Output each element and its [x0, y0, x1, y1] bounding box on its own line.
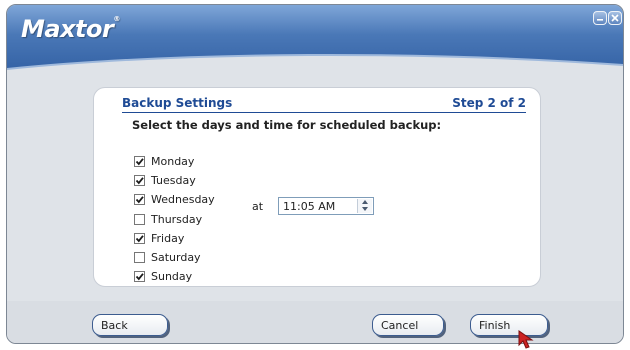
checkbox-tuesday[interactable] — [134, 174, 145, 186]
finish-button[interactable]: Finish — [470, 314, 548, 336]
header-banner: Maxtor® — [7, 5, 623, 87]
checkbox-thursday[interactable] — [134, 213, 145, 225]
arrow-down-icon — [362, 207, 368, 211]
checkmark-icon — [135, 176, 144, 184]
header-swoosh — [7, 54, 623, 87]
day-option-thursday[interactable]: Thursday — [134, 212, 202, 226]
minimize-button[interactable] — [593, 11, 607, 25]
spin-down-button[interactable] — [358, 206, 372, 213]
step-indicator: Step 2 of 2 — [452, 96, 526, 110]
checkbox-saturday[interactable] — [134, 251, 145, 263]
checkbox-monday[interactable] — [134, 155, 145, 167]
back-button[interactable]: Back — [92, 314, 168, 336]
day-label: Friday — [151, 231, 185, 245]
time-picker[interactable]: 11:05 AM — [278, 197, 374, 215]
checkmark-icon — [135, 195, 144, 203]
checkbox-sunday[interactable] — [134, 270, 145, 282]
day-label: Saturday — [151, 250, 201, 264]
day-option-friday[interactable]: Friday — [134, 231, 184, 245]
checkmark-icon — [135, 234, 144, 242]
instruction-text: Select the days and time for scheduled b… — [132, 118, 442, 132]
day-option-monday[interactable]: Monday — [134, 154, 194, 168]
checkbox-wednesday[interactable] — [134, 193, 145, 205]
time-spinner[interactable] — [357, 199, 372, 213]
day-option-saturday[interactable]: Saturday — [134, 250, 201, 264]
arrow-up-icon — [362, 200, 368, 204]
panel-title: Backup Settings — [122, 96, 233, 110]
mouse-cursor-icon — [518, 330, 534, 349]
checkmark-icon — [135, 157, 144, 165]
day-option-tuesday[interactable]: Tuesday — [134, 173, 196, 187]
day-label: Monday — [151, 154, 195, 168]
panel-title-row: Backup Settings Step 2 of 2 — [122, 96, 526, 113]
app-window: Maxtor® Backup Settings Step 2 of 2 Sele… — [6, 4, 624, 344]
day-option-wednesday[interactable]: Wednesday — [134, 192, 215, 206]
maxtor-logo: Maxtor® — [21, 15, 120, 43]
settings-panel: Backup Settings Step 2 of 2 Select the d… — [93, 87, 541, 287]
checkmark-icon — [135, 272, 144, 280]
minimize-icon — [597, 19, 603, 21]
day-label: Thursday — [151, 212, 203, 226]
checkbox-friday[interactable] — [134, 232, 145, 244]
day-label: Tuesday — [151, 173, 196, 187]
close-button[interactable] — [608, 11, 622, 25]
close-icon — [611, 14, 619, 22]
cancel-button[interactable]: Cancel — [372, 314, 444, 336]
day-label: Wednesday — [151, 192, 215, 206]
day-label: Sunday — [151, 269, 193, 283]
time-value[interactable]: 11:05 AM — [283, 200, 335, 213]
at-label: at — [252, 200, 264, 213]
day-option-sunday[interactable]: Sunday — [134, 269, 192, 283]
